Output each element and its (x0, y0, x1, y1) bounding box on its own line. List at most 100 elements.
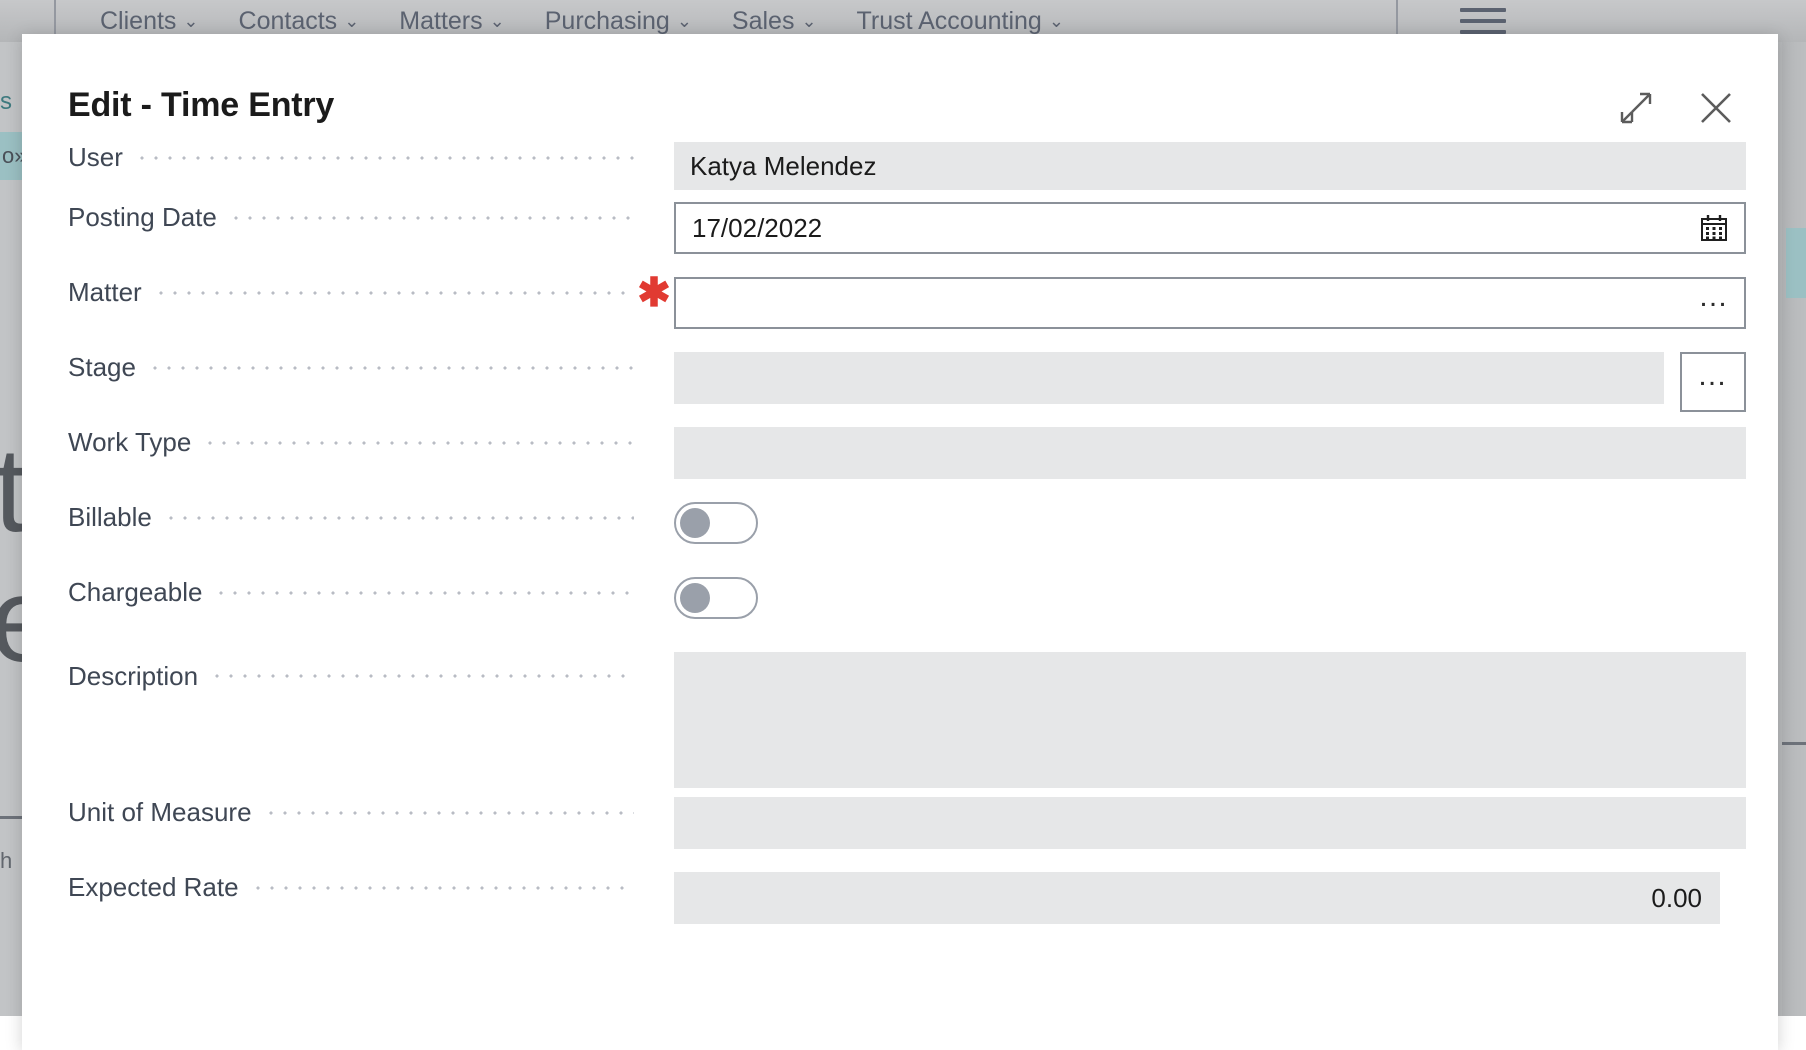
billable-toggle[interactable] (674, 502, 758, 544)
leader-dots (164, 505, 634, 531)
backdrop-text-fragment-top: s (0, 88, 12, 116)
leader-dots (203, 430, 634, 456)
menu-item-purchasing-label: Purchasing (545, 7, 670, 36)
unit-of-measure-field (674, 797, 1746, 849)
chargeable-toggle[interactable] (674, 577, 758, 619)
leader-dots (148, 355, 634, 381)
leader-dots (264, 800, 634, 826)
label-cell-stage: Stage * (68, 352, 674, 383)
menu-item-matters[interactable]: Matters ⌄ (399, 7, 504, 36)
leader-dots (214, 580, 634, 606)
field-label-matter: Matter (68, 277, 152, 308)
form-row-posting-date: Posting Date * 17/02/2022 (22, 202, 1778, 277)
stage-field (674, 352, 1664, 404)
control-cell-stage: … (674, 352, 1778, 412)
control-cell-user: Katya Melendez (674, 142, 1778, 190)
dialog-header: Edit - Time Entry (22, 34, 1778, 142)
backdrop-right-divider (1782, 742, 1806, 745)
chevron-down-icon: ⌄ (1049, 11, 1064, 32)
form-row-user: User * Katya Melendez (22, 142, 1778, 202)
chevron-down-icon: ⌄ (183, 11, 198, 32)
form-row-billable: Billable * (22, 502, 1778, 577)
posting-date-input-wrap[interactable]: 17/02/2022 (674, 202, 1746, 254)
label-cell-unit-of-measure: Unit of Measure * (68, 797, 674, 828)
control-cell-unit-of-measure (674, 797, 1778, 849)
field-label-billable: Billable (68, 502, 162, 533)
hamburger-menu-icon[interactable] (1460, 8, 1506, 34)
chevron-down-icon: ⌄ (801, 11, 816, 32)
backdrop-right-accent (1786, 228, 1806, 298)
label-cell-work-type: Work Type * (68, 427, 674, 458)
required-marker-chargeable: * (634, 580, 674, 606)
control-cell-description (674, 652, 1778, 788)
label-cell-description: Description * (68, 652, 674, 700)
leader-dots (154, 280, 634, 306)
required-marker-work-type: * (634, 430, 674, 456)
field-label-work-type: Work Type (68, 427, 201, 458)
control-cell-work-type (674, 427, 1778, 479)
chevron-down-icon: ⌄ (677, 11, 692, 32)
expand-icon[interactable] (1614, 86, 1658, 130)
form-row-stage: Stage * … (22, 352, 1778, 427)
backdrop-right-panel (1782, 0, 1806, 1016)
user-field: Katya Melendez (674, 142, 1746, 190)
toggle-knob (680, 583, 710, 613)
control-cell-billable (674, 502, 1778, 544)
menu-item-sales[interactable]: Sales ⌄ (732, 7, 817, 36)
expected-rate-field: 0.00 (674, 872, 1720, 924)
menu-item-contacts[interactable]: Contacts ⌄ (239, 7, 360, 36)
form-row-unit-of-measure: Unit of Measure * (22, 797, 1778, 872)
menu-item-purchasing[interactable]: Purchasing ⌄ (545, 7, 692, 36)
label-cell-billable: Billable * (68, 502, 674, 533)
required-marker-stage: * (634, 355, 674, 381)
field-label-chargeable: Chargeable (68, 577, 212, 608)
leader-dots (210, 663, 634, 689)
matter-lookup-label: … (1698, 292, 1730, 302)
calendar-icon[interactable] (1688, 206, 1740, 250)
required-marker-posting-date: * (634, 205, 674, 231)
menu-items-container: Clients ⌄ Contacts ⌄ Matters ⌄ Purchasin… (100, 7, 1064, 36)
control-cell-matter: … (674, 277, 1778, 329)
ellipsis-icon[interactable]: … (1688, 281, 1740, 325)
description-field (674, 652, 1746, 788)
leader-dots (251, 875, 634, 901)
edit-time-entry-dialog: Edit - Time Entry User * (22, 34, 1778, 1050)
label-cell-chargeable: Chargeable * (68, 577, 674, 608)
field-label-expected-rate: Expected Rate (68, 872, 249, 903)
field-label-posting-date: Posting Date (68, 202, 227, 233)
toggle-knob (680, 508, 710, 538)
backdrop-text-fragment-bottom: h (0, 848, 12, 874)
leader-dots (135, 145, 634, 171)
required-marker-billable: * (634, 505, 674, 531)
form-row-matter: Matter ✱ … (22, 277, 1778, 352)
ellipsis-icon: … (1697, 371, 1729, 381)
field-label-user: User (68, 142, 133, 173)
posting-date-input[interactable]: 17/02/2022 (692, 213, 1688, 244)
chevron-down-icon: ⌄ (344, 11, 359, 32)
menu-item-clients[interactable]: Clients ⌄ (100, 7, 199, 36)
label-cell-user: User * (68, 142, 674, 173)
required-marker-description: * (634, 663, 674, 689)
form-row-description: Description * (22, 652, 1778, 797)
control-cell-chargeable (674, 577, 1778, 619)
form-row-expected-rate: Expected Rate * 0.00 (22, 872, 1778, 947)
matter-input-wrap[interactable]: … (674, 277, 1746, 329)
label-cell-posting-date: Posting Date * (68, 202, 674, 233)
required-marker-user: * (634, 145, 674, 171)
form-row-chargeable: Chargeable * (22, 577, 1778, 652)
menu-item-trust-accounting[interactable]: Trust Accounting ⌄ (857, 7, 1064, 36)
chevron-down-icon: ⌄ (490, 11, 505, 32)
required-marker-unit-of-measure: * (634, 800, 674, 826)
time-entry-form: User * Katya Melendez Posting Date * 17/… (22, 142, 1778, 947)
leader-dots (229, 205, 634, 231)
control-cell-posting-date: 17/02/2022 (674, 202, 1778, 254)
work-type-field (674, 427, 1746, 479)
label-cell-expected-rate: Expected Rate * (68, 872, 674, 903)
dialog-title: Edit - Time Entry (68, 86, 334, 125)
stage-lookup-button[interactable]: … (1680, 352, 1746, 412)
label-cell-matter: Matter ✱ (68, 277, 674, 308)
menu-item-matters-label: Matters (399, 7, 482, 36)
close-icon[interactable] (1694, 86, 1738, 130)
field-label-description: Description (68, 661, 208, 692)
menu-item-trust-accounting-label: Trust Accounting (857, 7, 1042, 36)
